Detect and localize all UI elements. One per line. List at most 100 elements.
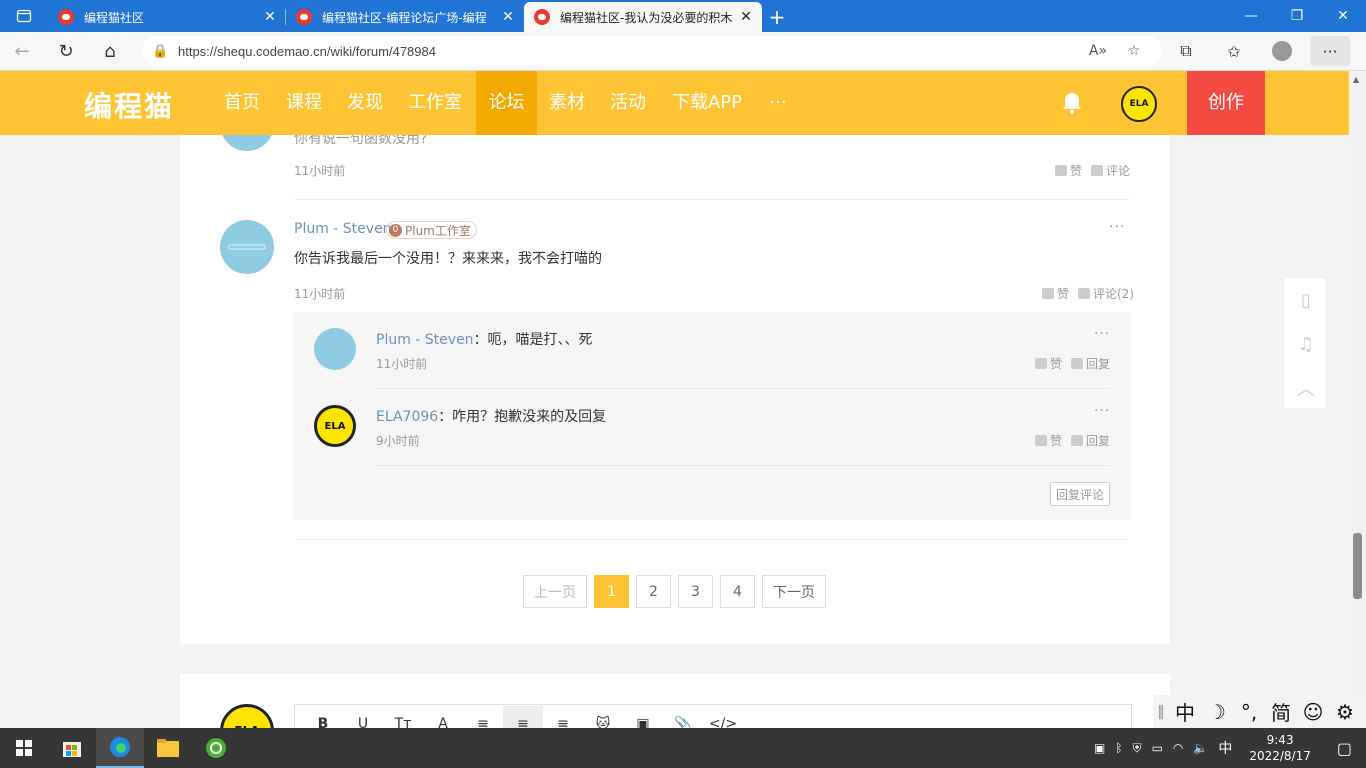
volume-icon[interactable]: 🔈: [1188, 741, 1213, 755]
extensions-icon[interactable]: ⧉: [1162, 32, 1210, 71]
attachment-button[interactable]: 📎: [663, 706, 703, 728]
ime-moon-icon[interactable]: ☽: [1201, 700, 1233, 724]
reply-avatar[interactable]: ELA: [314, 405, 356, 447]
battery-icon[interactable]: ▭: [1147, 741, 1168, 755]
like-button[interactable]: 赞: [1035, 355, 1062, 372]
code-button[interactable]: </>: [703, 706, 743, 728]
reply-username[interactable]: ELA7096: [376, 409, 438, 425]
reply-username[interactable]: Plum - Steven: [376, 332, 474, 348]
notifications-icon[interactable]: ▢: [1323, 739, 1366, 758]
notification-icon[interactable]: ♫: [1284, 322, 1328, 366]
url-field[interactable]: 🔒 https://shequ.codemao.cn/wiki/forum/47…: [142, 36, 1162, 66]
nav-discover[interactable]: 发现: [337, 71, 393, 135]
page-2-button[interactable]: 2: [636, 575, 671, 608]
like-button[interactable]: 赞: [1055, 162, 1082, 179]
more-icon[interactable]: ···: [1310, 36, 1350, 66]
studio-badge[interactable]: 0 Plum工作室: [386, 221, 477, 239]
browser-tab-3[interactable]: 编程猫社区-我认为没必要的积木 ✕: [524, 2, 762, 32]
home-icon[interactable]: ⌂: [88, 32, 132, 71]
scrollbar-thumb[interactable]: [1353, 533, 1362, 599]
commenter-avatar[interactable]: [220, 220, 274, 274]
user-avatar[interactable]: ELA: [1121, 86, 1157, 122]
lock-icon[interactable]: 🔒: [152, 44, 178, 59]
input-language[interactable]: 中: [1213, 738, 1237, 758]
minimize-icon[interactable]: —: [1228, 0, 1274, 32]
font-color-button[interactable]: A: [423, 706, 463, 728]
file-explorer-icon[interactable]: [144, 728, 192, 768]
create-button[interactable]: 创作: [1187, 71, 1265, 135]
url-text[interactable]: https://shequ.codemao.cn/wiki/forum/4789…: [178, 44, 1080, 59]
tab-actions-icon[interactable]: [0, 0, 48, 32]
align-right-button[interactable]: ≡: [543, 706, 583, 728]
nav-more[interactable]: ···: [758, 71, 798, 135]
browser-tab-2[interactable]: 编程猫社区-编程论坛广场-编程 ✕: [286, 2, 524, 32]
nav-materials[interactable]: 素材: [539, 71, 595, 135]
emoji-cat-button[interactable]: 🐱: [583, 706, 623, 728]
favorites-icon[interactable]: ✩: [1210, 32, 1258, 71]
mobile-icon[interactable]: ▯: [1284, 278, 1328, 322]
add-favorite-icon[interactable]: ☆: [1116, 43, 1152, 59]
reply-comment-button[interactable]: 回复评论: [1050, 482, 1110, 506]
next-page-button[interactable]: 下一页: [762, 575, 826, 608]
nav-events[interactable]: 活动: [600, 71, 656, 135]
site-logo[interactable]: 编程猫: [84, 85, 174, 125]
more-options-icon[interactable]: ···: [1109, 219, 1125, 235]
nav-studio[interactable]: 工作室: [398, 71, 472, 135]
ime-simplified[interactable]: 简: [1265, 697, 1297, 726]
shield-icon[interactable]: ⛨: [1128, 741, 1147, 756]
nav-forum[interactable]: 论坛: [476, 71, 537, 135]
underline-button[interactable]: U: [343, 706, 383, 728]
browser-tab-1[interactable]: 编程猫社区 ✕: [48, 2, 286, 32]
ime-chinese-mode[interactable]: 中: [1169, 697, 1201, 726]
align-left-button[interactable]: ≡: [463, 706, 503, 728]
nav-home[interactable]: 首页: [214, 71, 270, 135]
reply-button[interactable]: 回复: [1071, 355, 1110, 372]
close-window-icon[interactable]: ✕: [1320, 0, 1366, 32]
tab-close-icon[interactable]: ✕: [262, 9, 278, 25]
divider: [376, 388, 1110, 389]
ime-emoji-icon[interactable]: ☺: [1297, 700, 1329, 724]
like-button[interactable]: 赞: [1042, 285, 1069, 302]
more-options-icon[interactable]: ···: [1094, 403, 1110, 419]
page-3-button[interactable]: 3: [678, 575, 713, 608]
page-scrollbar[interactable]: ▲: [1349, 71, 1366, 728]
more-options-icon[interactable]: ···: [1094, 326, 1110, 342]
security-icon[interactable]: ▣: [1089, 741, 1110, 755]
bold-button[interactable]: B: [303, 706, 343, 728]
reply-button[interactable]: 回复: [1071, 432, 1110, 449]
nav-courses[interactable]: 课程: [276, 71, 332, 135]
profile-button[interactable]: [1258, 32, 1306, 71]
browser-360-icon[interactable]: [192, 728, 240, 768]
wifi-icon[interactable]: ◠: [1168, 741, 1188, 755]
font-size-button[interactable]: Tт: [383, 706, 423, 728]
prev-page-button[interactable]: 上一页: [523, 575, 587, 608]
like-button[interactable]: 赞: [1035, 432, 1062, 449]
align-center-button[interactable]: ≡: [503, 706, 543, 728]
refresh-icon[interactable]: ↻: [44, 32, 88, 71]
comment-button[interactable]: 评论: [1091, 162, 1130, 179]
start-icon[interactable]: [0, 728, 48, 768]
reply-avatar[interactable]: [314, 328, 356, 370]
read-aloud-icon[interactable]: A»: [1080, 43, 1116, 59]
insert-image-button[interactable]: ▣: [623, 706, 663, 728]
scroll-up-icon[interactable]: ▲: [1353, 75, 1359, 84]
restore-icon[interactable]: ❐: [1274, 0, 1320, 32]
back-to-top-icon[interactable]: ︿: [1284, 366, 1328, 410]
ime-drag-handle[interactable]: ‖: [1153, 704, 1169, 720]
nav-download-app[interactable]: 下载APP: [662, 71, 752, 135]
tab-close-icon[interactable]: ✕: [500, 9, 516, 25]
edge-icon[interactable]: [96, 728, 144, 768]
back-icon[interactable]: ←: [0, 32, 44, 71]
ime-punctuation[interactable]: °,: [1233, 700, 1265, 724]
page-1-button[interactable]: 1: [594, 575, 629, 608]
clock[interactable]: 9:43 2022/8/17: [1237, 732, 1323, 764]
ime-settings-icon[interactable]: ⚙: [1329, 700, 1361, 724]
tab-close-icon[interactable]: ✕: [738, 9, 754, 25]
new-tab-button[interactable]: +: [762, 2, 792, 32]
store-icon[interactable]: [48, 728, 96, 768]
bluetooth-icon[interactable]: ᛒ: [1110, 741, 1127, 755]
page-4-button[interactable]: 4: [720, 575, 755, 608]
comment-username[interactable]: Plum - Steven: [294, 221, 392, 237]
comment-button[interactable]: 评论(2): [1078, 285, 1134, 302]
notification-bell-icon[interactable]: [1060, 91, 1084, 115]
